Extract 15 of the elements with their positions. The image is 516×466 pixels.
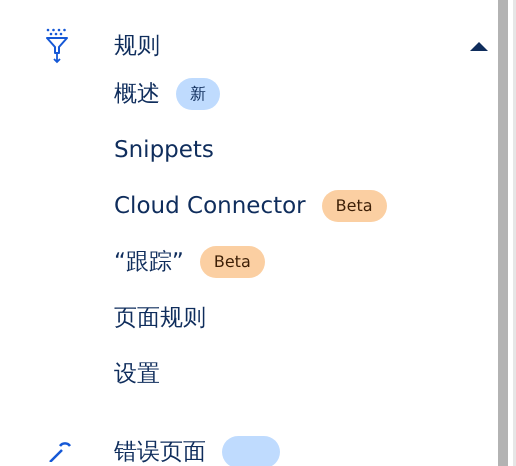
menu-item[interactable]: 设置 bbox=[114, 360, 160, 388]
menu-item[interactable]: 页面规则 bbox=[114, 304, 206, 332]
badge: Beta bbox=[200, 246, 265, 278]
menu-item[interactable]: Snippets bbox=[114, 136, 214, 164]
badge: Beta bbox=[322, 190, 387, 222]
section-title[interactable]: 规则 bbox=[114, 32, 160, 60]
badge: 新 bbox=[176, 78, 220, 110]
caret-icon[interactable] bbox=[470, 41, 488, 51]
scrollbar[interactable] bbox=[498, 0, 508, 466]
badge bbox=[222, 436, 280, 466]
filter-icon bbox=[46, 28, 68, 64]
section-title[interactable]: 错误页面 bbox=[114, 438, 206, 466]
menu-item[interactable]: 概述 bbox=[114, 80, 160, 108]
menu-item[interactable]: Cloud Connector bbox=[114, 192, 306, 220]
menu-item[interactable]: “跟踪” bbox=[114, 248, 184, 276]
